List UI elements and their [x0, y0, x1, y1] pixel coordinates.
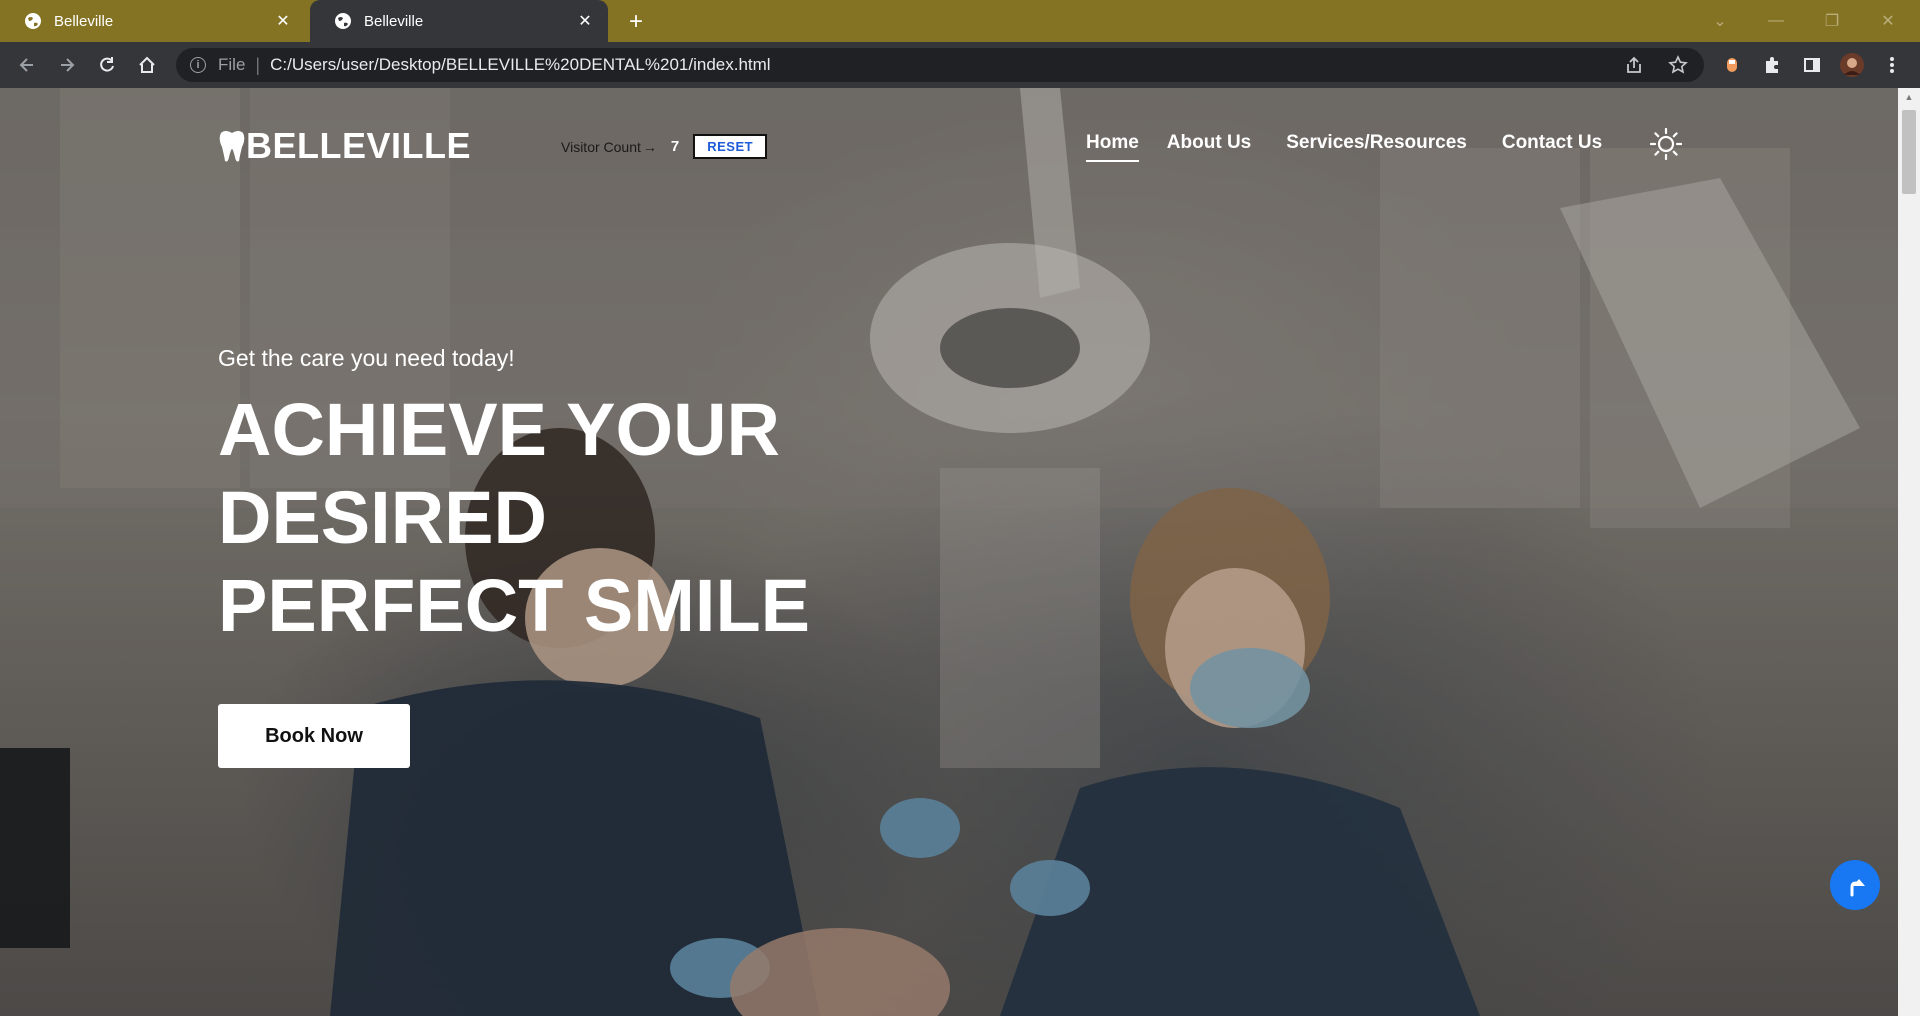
hero-title: ACHIEVE YOUR DESIRED PERFECT SMILE [218, 386, 858, 650]
nav-about-us[interactable]: About Us [1167, 132, 1251, 162]
tab-search-icon[interactable]: ⌄ [1700, 0, 1740, 42]
visitor-count-label: Visitor Count [561, 138, 641, 155]
address-bar[interactable]: i File | C:/Users/user/Desktop/BELLEVILL… [176, 48, 1704, 82]
close-window-button[interactable]: ✕ [1868, 0, 1908, 42]
bookmark-star-icon[interactable] [1666, 53, 1690, 77]
tooth-icon [219, 131, 245, 162]
scroll-up-arrow[interactable]: ▲ [1898, 88, 1920, 106]
hero-title-line: ACHIEVE YOUR [218, 388, 780, 471]
book-now-button[interactable]: Book Now [218, 704, 410, 768]
site-logo[interactable]: BELLEVILLE [218, 124, 471, 168]
menu-kebab-icon[interactable] [1880, 53, 1904, 77]
close-tab-icon[interactable]: ✕ [272, 10, 294, 32]
extension-icon[interactable] [1720, 53, 1744, 77]
divider: | [255, 54, 261, 75]
browser-tab-bar: Belleville ✕ Belleville ✕ + ⌄ — ❐ ✕ [0, 0, 1920, 42]
hero-title-line: DESIRED [218, 476, 547, 559]
tab-title: Belleville [364, 12, 424, 30]
reload-icon [100, 57, 114, 72]
restore-button[interactable]: ❐ [1812, 0, 1852, 42]
browser-toolbar: i File | C:/Users/user/Desktop/BELLEVILL… [0, 42, 1920, 88]
minimize-button[interactable]: — [1756, 0, 1796, 42]
nav-home[interactable]: Home [1086, 132, 1139, 162]
info-icon[interactable]: i [190, 57, 206, 73]
new-tab-button[interactable]: + [622, 8, 650, 36]
close-tab-icon[interactable]: ✕ [574, 10, 596, 32]
arrow-right-icon: → [642, 138, 657, 155]
tab-title: Belleville [54, 12, 114, 30]
share-icon[interactable] [1622, 53, 1646, 77]
profile-avatar[interactable] [1840, 53, 1864, 77]
visitor-counter: Visitor Count → 7 RESET [561, 134, 768, 159]
url-text[interactable]: C:/Users/user/Desktop/BELLEVILLE%20DENTA… [270, 55, 770, 75]
sun-icon[interactable] [1650, 128, 1682, 160]
scrollbar-thumb[interactable] [1902, 110, 1916, 194]
hero-title-line: PERFECT SMILE [218, 564, 811, 647]
arrow-up-icon [1850, 879, 1865, 897]
page-scrollbar[interactable]: ▲ [1898, 88, 1920, 1016]
back-button[interactable] [13, 51, 41, 79]
arrow-right-icon [61, 58, 75, 72]
reset-button[interactable]: RESET [693, 134, 768, 159]
hero-subtitle: Get the care you need today! [218, 345, 515, 371]
scheme-label: File [218, 55, 246, 74]
side-panel-icon[interactable] [1800, 53, 1824, 77]
nav-services-resources[interactable]: Services/Resources [1286, 132, 1467, 162]
browser-tab[interactable]: Belleville ✕ [0, 0, 306, 42]
nav-contact-us[interactable]: Contact Us [1502, 132, 1602, 162]
arrow-left-icon [19, 58, 33, 72]
puzzle-extensions-icon[interactable] [1760, 53, 1784, 77]
site-header: BELLEVILLE Visitor Count → 7 RESET Home … [218, 124, 1682, 168]
home-icon [139, 56, 155, 73]
globe-icon [25, 13, 41, 29]
forward-button[interactable] [53, 51, 81, 79]
globe-icon [335, 13, 351, 29]
page-viewport: BELLEVILLE Visitor Count → 7 RESET Home … [0, 88, 1898, 1016]
visitor-count-value: 7 [670, 138, 680, 155]
main-nav: Home About Us Services/Resources Contact… [1086, 132, 1602, 162]
reload-button[interactable] [93, 51, 121, 79]
browser-tab-active[interactable]: Belleville ✕ [310, 0, 608, 42]
home-button[interactable] [133, 51, 161, 79]
scroll-to-top-button[interactable] [1830, 860, 1880, 910]
logo-text: BELLEVILLE [246, 125, 472, 166]
